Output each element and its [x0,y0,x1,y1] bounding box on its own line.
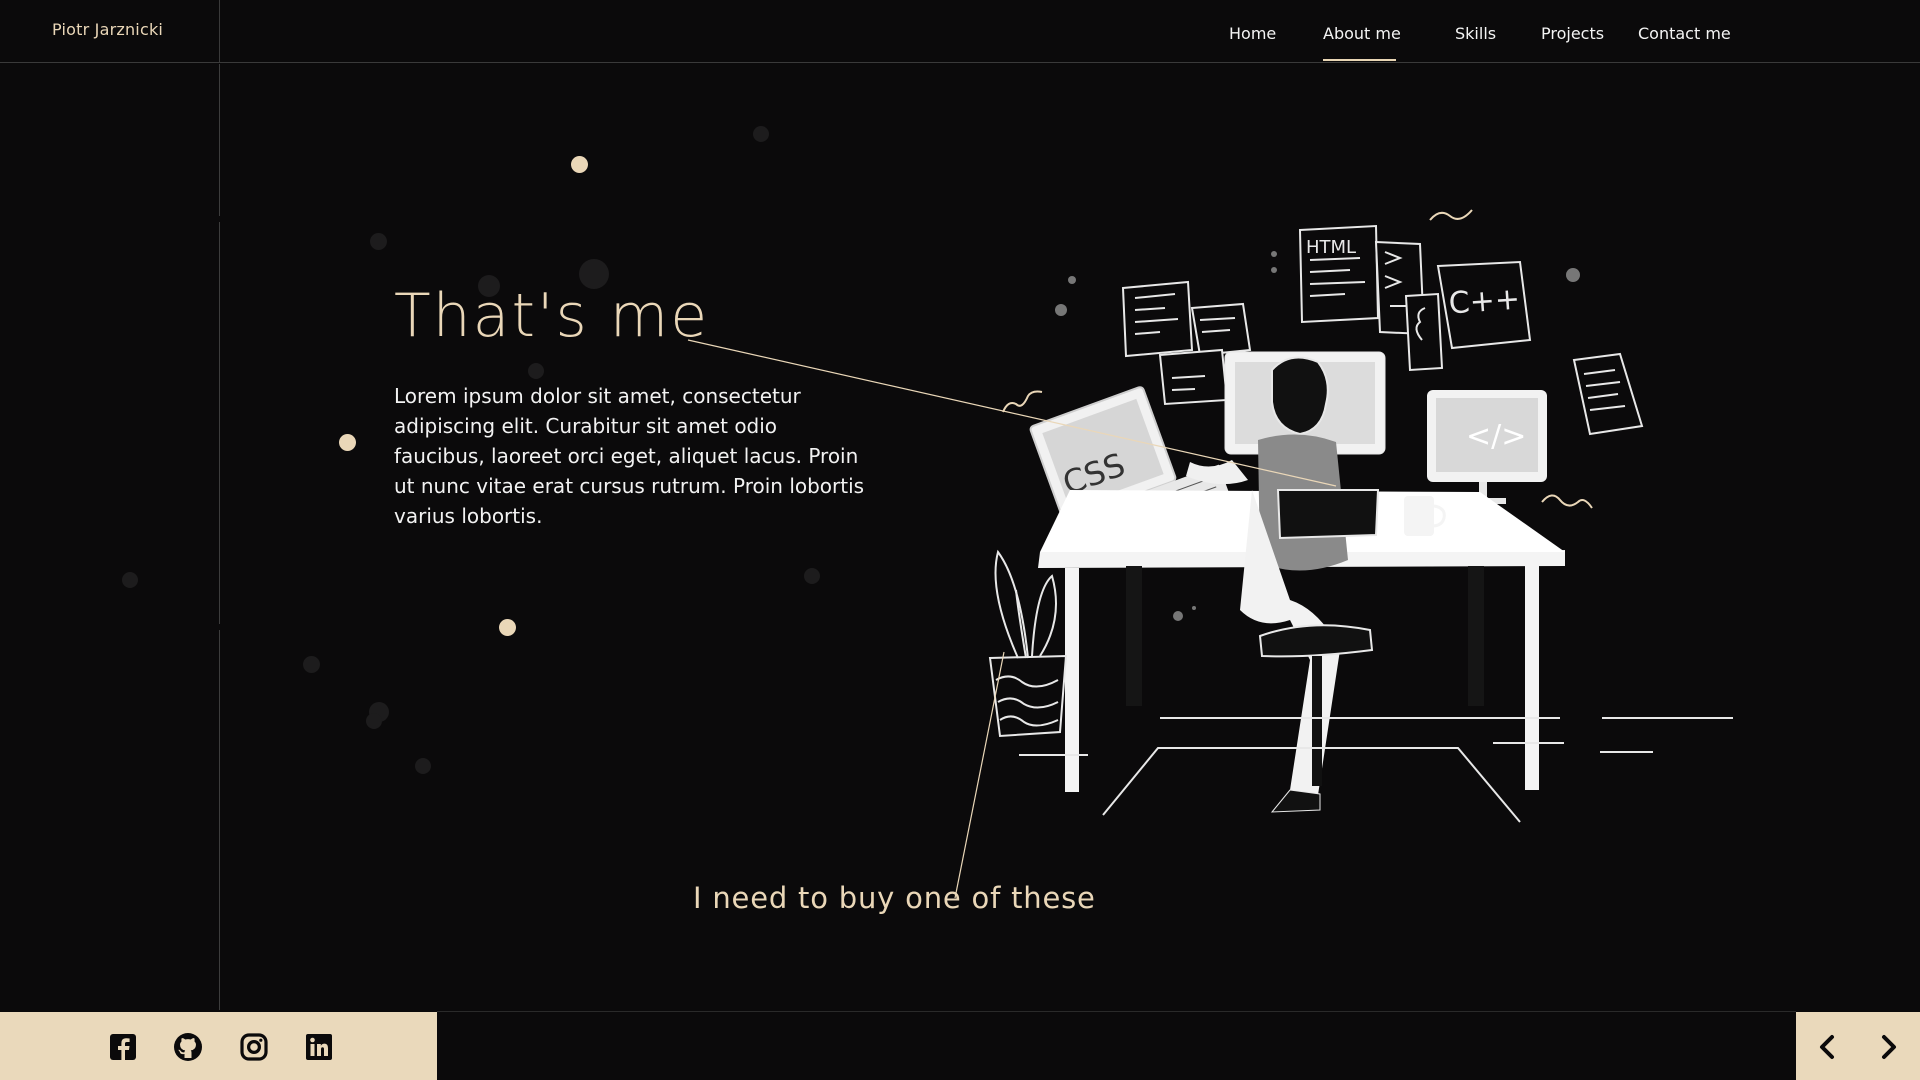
instagram-icon[interactable] [239,1032,269,1062]
nav-home[interactable]: Home [1229,24,1276,43]
decorative-dot [339,434,356,451]
chevron-left-icon[interactable] [1816,1034,1840,1060]
paper-doc-icon [1572,352,1644,436]
decorative-dot [499,619,516,636]
left-vertical-line [219,222,220,624]
nav-active-indicator [1323,59,1396,61]
nav-about-me[interactable]: About me [1323,24,1401,43]
nav-contact-me[interactable]: Contact me [1638,24,1731,43]
decorative-dot [804,568,820,584]
header-divider [219,0,220,62]
page-title: That's me [394,281,710,351]
decorative-dot [571,156,588,173]
floor-lines [1019,717,1733,823]
nav-skills[interactable]: Skills [1455,24,1496,43]
decorative-dot [303,656,320,673]
left-vertical-line [219,630,220,1010]
potted-plant-icon [988,549,1068,738]
footer-divider [437,1011,1796,1012]
decorative-dot [528,363,544,379]
left-vertical-line [219,64,220,216]
illustration-caption: I need to buy one of these [693,881,1096,915]
decorative-dot [415,758,431,774]
brand-name[interactable]: Piotr Jarznicki [52,20,163,39]
header: Piotr Jarznicki [0,0,1920,63]
chevron-right-icon[interactable] [1876,1034,1900,1060]
footer-social-bar [0,1012,437,1080]
facebook-icon[interactable] [108,1032,138,1062]
decorative-dot [370,233,387,250]
decorative-dot [366,713,382,729]
decorative-dot [753,126,769,142]
linkedin-icon[interactable] [304,1032,334,1062]
github-icon[interactable] [173,1032,203,1062]
decorative-dot [122,572,138,588]
nav-projects[interactable]: Projects [1541,24,1604,43]
svg-text:C++: C++ [1448,282,1522,322]
svg-text:</>: </> [1466,419,1526,454]
svg-text:HTML: HTML [1306,237,1356,258]
developer-desk-illustration: HTML C++ </> CSS [988,209,1733,823]
footer-nav-bar [1796,1012,1920,1080]
intro-paragraph: Lorem ipsum dolor sit amet, consectetur … [394,384,865,528]
